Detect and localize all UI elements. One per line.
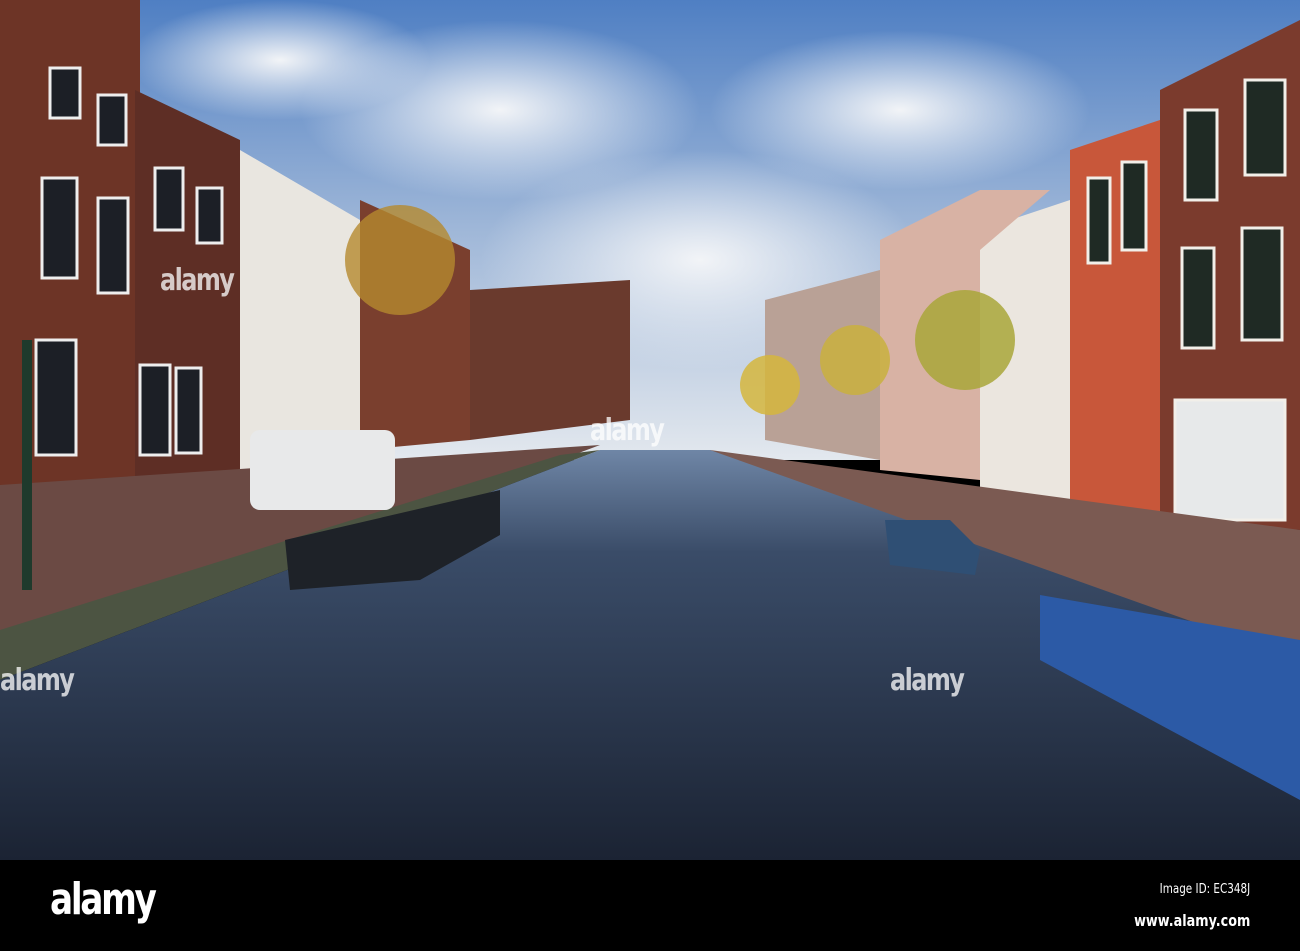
street-lamp	[22, 340, 32, 590]
watermark: alamy	[590, 413, 665, 448]
site-url[interactable]: www.alamy.com	[1134, 911, 1250, 930]
watermark: alamy	[160, 263, 235, 298]
watermark: alamy	[890, 663, 965, 698]
image-id: Image ID: EC348J	[1159, 882, 1250, 897]
alamy-logo[interactable]: alamy	[50, 874, 157, 925]
stock-photo-page: alamy alamy alamy alamy alamy Image ID: …	[0, 0, 1300, 951]
watermark: alamy	[0, 663, 75, 698]
footer-bar: alamy Image ID: EC348J www.alamy.com	[0, 860, 1300, 951]
white-van	[250, 430, 395, 510]
